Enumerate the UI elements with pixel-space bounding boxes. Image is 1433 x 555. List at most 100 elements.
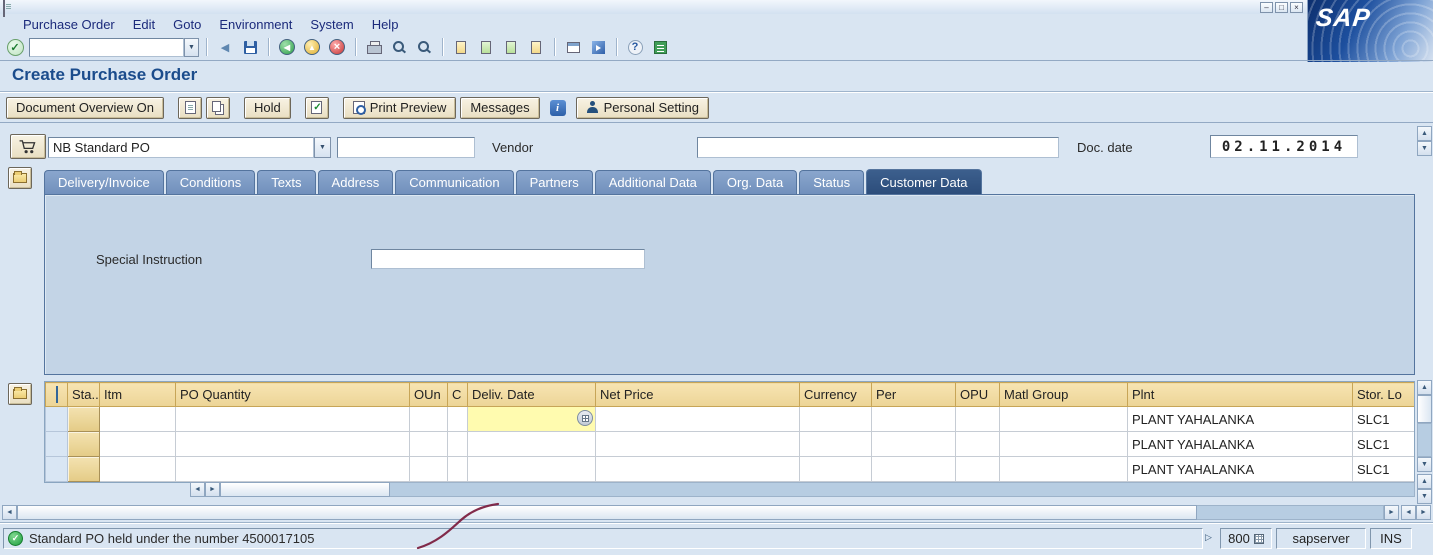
net-price-cell[interactable] [595, 456, 800, 482]
next-page-button[interactable] [500, 37, 522, 57]
create-shortcut-button[interactable] [587, 37, 609, 57]
table-vscroll-thumb[interactable] [1417, 395, 1432, 423]
table-hscroll-track[interactable] [390, 482, 1415, 497]
oun-cell[interactable] [409, 431, 448, 457]
minimize-button[interactable]: – [1260, 2, 1273, 13]
tab-status[interactable]: Status [799, 170, 865, 194]
oun-cell[interactable] [409, 456, 448, 482]
page-scroll-down-icon[interactable]: ▼ [1417, 489, 1432, 504]
print-preview-button[interactable]: Print Preview [342, 96, 457, 119]
c-cell[interactable] [447, 456, 468, 482]
po-quantity-cell[interactable] [175, 406, 410, 432]
page-scroll-left-icon[interactable]: ◄ [2, 505, 17, 520]
table-settings-header[interactable] [45, 382, 68, 407]
menu-help[interactable]: Help [363, 16, 408, 33]
matl-group-cell[interactable] [999, 406, 1128, 432]
currency-cell[interactable] [799, 431, 872, 457]
tab-partners[interactable]: Partners [515, 170, 593, 194]
tab-texts[interactable]: Texts [257, 170, 316, 194]
itm-cell[interactable] [99, 406, 176, 432]
row-select-cell[interactable] [45, 431, 68, 457]
exit-button[interactable]: ▲ [301, 37, 323, 57]
page-scroll-up-icon[interactable]: ▲ [1417, 474, 1432, 489]
tab-address[interactable]: Address [317, 170, 394, 194]
col-deliv-date[interactable]: Deliv. Date [467, 382, 596, 407]
back-button[interactable]: ◀ [276, 37, 298, 57]
create-document-button[interactable] [178, 96, 202, 119]
opu-cell[interactable] [955, 431, 1000, 457]
opu-cell[interactable] [955, 406, 1000, 432]
stor-loc-cell[interactable]: SLC1 [1352, 456, 1414, 482]
table-scroll-up-icon[interactable]: ▲ [1417, 380, 1432, 395]
menu-goto[interactable]: Goto [164, 16, 210, 33]
menu-edit[interactable]: Edit [124, 16, 164, 33]
col-matl-group[interactable]: Matl Group [999, 382, 1128, 407]
tab-additional-data[interactable]: Additional Data [594, 170, 711, 194]
menu-environment[interactable]: Environment [210, 16, 301, 33]
col-currency[interactable]: Currency [799, 382, 872, 407]
doc-date-field[interactable] [1210, 135, 1358, 158]
c-cell[interactable] [447, 406, 468, 432]
row-select-cell[interactable] [45, 406, 68, 432]
document-overview-button[interactable]: Document Overview On [6, 96, 164, 119]
collapse-items-button[interactable] [8, 383, 32, 405]
deliv-date-cell[interactable] [467, 406, 596, 432]
deliv-date-cell[interactable] [467, 456, 596, 482]
help-button[interactable]: ? [624, 37, 646, 57]
menu-system[interactable]: System [301, 16, 362, 33]
save-button[interactable] [239, 37, 261, 57]
order-type-dropdown-icon[interactable]: ▼ [314, 137, 331, 158]
shopping-cart-button[interactable] [10, 134, 46, 159]
vendor-field[interactable] [697, 137, 1059, 158]
table-scroll-down-icon[interactable]: ▼ [1417, 457, 1432, 472]
col-status[interactable]: Sta.. [67, 382, 100, 407]
po-quantity-cell[interactable] [175, 431, 410, 457]
col-net-price[interactable]: Net Price [595, 382, 800, 407]
cancel-button[interactable]: × [326, 37, 348, 57]
maximize-button[interactable]: □ [1275, 2, 1288, 13]
table-hscroll-thumb[interactable] [220, 482, 390, 497]
status-cell[interactable] [67, 456, 100, 482]
command-field[interactable] [29, 37, 184, 57]
table-scroll-right-icon[interactable]: ► [205, 482, 220, 497]
col-per[interactable]: Per [871, 382, 956, 407]
find-next-button[interactable] [413, 37, 435, 57]
stor-loc-cell[interactable]: SLC1 [1352, 431, 1414, 457]
tab-customer-data[interactable]: Customer Data [866, 169, 982, 194]
previous-page-button[interactable] [475, 37, 497, 57]
itm-cell[interactable] [99, 456, 176, 482]
header-scroll-up-icon[interactable]: ▲ [1417, 126, 1432, 141]
deliv-date-cell[interactable] [467, 431, 596, 457]
print-button[interactable] [363, 37, 385, 57]
per-cell[interactable] [871, 456, 956, 482]
matl-group-cell[interactable] [999, 431, 1128, 457]
status-cell[interactable] [67, 431, 100, 457]
tab-org-data[interactable]: Org. Data [712, 170, 798, 194]
po-quantity-cell[interactable] [175, 456, 410, 482]
plnt-cell[interactable]: PLANT YAHALANKA [1127, 431, 1353, 457]
status-cell[interactable] [67, 406, 100, 432]
tab-delivery-invoice[interactable]: Delivery/Invoice [44, 170, 164, 194]
matl-group-cell[interactable] [999, 456, 1128, 482]
messages-button[interactable]: Messages [460, 96, 540, 119]
col-itm[interactable]: Itm [99, 382, 176, 407]
corner-scroll-right-icon[interactable]: ► [1416, 505, 1431, 520]
col-c[interactable]: C [447, 382, 468, 407]
col-opu[interactable]: OPU [955, 382, 1000, 407]
opu-cell[interactable] [955, 456, 1000, 482]
page-scroll-right-icon[interactable]: ► [1384, 505, 1399, 520]
page-hscroll-track[interactable] [1197, 505, 1384, 520]
itm-cell[interactable] [99, 431, 176, 457]
information-icon[interactable]: i [549, 99, 566, 116]
col-oun[interactable]: OUn [409, 382, 448, 407]
plnt-cell[interactable]: PLANT YAHALANKA [1127, 406, 1353, 432]
table-vscroll-track[interactable] [1417, 423, 1432, 457]
header-scroll-down-icon[interactable]: ▼ [1417, 141, 1432, 156]
date-picker-button[interactable] [577, 410, 593, 426]
personal-setting-button[interactable]: Personal Setting [575, 96, 709, 119]
stor-loc-cell[interactable]: SLC1 [1352, 406, 1414, 432]
system-grid-icon[interactable] [1253, 533, 1264, 544]
plnt-cell[interactable]: PLANT YAHALANKA [1127, 456, 1353, 482]
c-cell[interactable] [447, 431, 468, 457]
collapse-header-button[interactable] [8, 167, 32, 189]
